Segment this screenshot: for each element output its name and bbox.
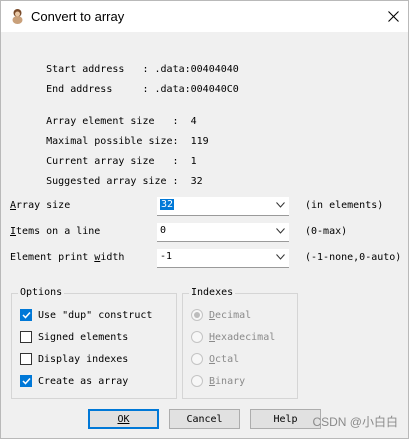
watermark: CSDN @小白白	[312, 415, 398, 429]
array-size-hint: (in elements)	[305, 200, 384, 211]
signed-elements-checkbox-box[interactable]	[20, 331, 32, 343]
octal-radio[interactable]: Octal	[191, 353, 239, 365]
items-on-line-hint: (0-max)	[305, 226, 348, 237]
help-button-label: Help	[273, 413, 298, 425]
array-size-combo[interactable]: 32	[157, 197, 289, 216]
array-size-value[interactable]: 32	[160, 199, 175, 210]
ok-button[interactable]: OK	[88, 409, 159, 429]
options-group-title: Options	[18, 287, 65, 298]
binary-radio-circle[interactable]	[191, 375, 203, 387]
suggested-array-size-value: 32	[178, 176, 203, 187]
create-as-array-checkbox[interactable]: Create as array	[20, 375, 128, 387]
window-title: Convert to array	[31, 9, 125, 24]
app-icon	[12, 9, 23, 24]
binary-label: Binary	[209, 375, 246, 387]
checkmark-icon	[21, 311, 31, 319]
convert-to-array-dialog: Convert to array Start address : .data:0…	[0, 0, 409, 439]
use-dup-checkbox[interactable]: Use "dup" construct	[20, 309, 152, 321]
chevron-down-icon[interactable]	[276, 228, 285, 234]
use-dup-label: Use "dup" construct	[38, 309, 153, 321]
cancel-button-label: Cancel	[186, 413, 223, 425]
hexadecimal-radio[interactable]: Hexadecimal	[191, 331, 275, 343]
checkmark-icon	[21, 377, 31, 385]
display-indexes-checkbox[interactable]: Display indexes	[20, 353, 128, 365]
items-on-line-label-post: tems on a line	[16, 226, 101, 237]
close-icon	[387, 11, 399, 22]
element-print-width-label-pre: Element print	[10, 252, 95, 263]
radio-dot	[194, 312, 200, 318]
create-as-array-checkbox-box[interactable]	[20, 375, 32, 387]
element-print-width-hint: (-1-none,0-auto)	[305, 252, 402, 263]
create-as-array-label: Create as array	[38, 375, 129, 387]
items-on-line-combo[interactable]: 0	[157, 223, 289, 242]
hexadecimal-radio-circle[interactable]	[191, 331, 203, 343]
items-on-line-value[interactable]: 0	[160, 225, 166, 236]
decimal-radio-circle[interactable]	[191, 309, 203, 321]
suggested-array-size-row: Suggested array size : 32	[10, 165, 203, 198]
indexes-group-title: Indexes	[189, 287, 236, 298]
cancel-button[interactable]: Cancel	[169, 409, 240, 429]
hexadecimal-label: Hexadecimal	[209, 331, 276, 343]
suggested-array-size-label: Suggested array size :	[46, 176, 179, 187]
ok-button-label: OK	[117, 413, 130, 425]
element-print-width-label-post: idth	[100, 252, 125, 263]
chevron-down-icon[interactable]	[276, 254, 285, 260]
close-button[interactable]	[378, 1, 408, 32]
element-print-width-value[interactable]: -1	[160, 251, 172, 262]
title-bar: Convert to array	[1, 1, 408, 32]
octal-label: Octal	[209, 353, 240, 365]
display-indexes-checkbox-box[interactable]	[20, 353, 32, 365]
octal-radio-circle[interactable]	[191, 353, 203, 365]
binary-radio[interactable]: Binary	[191, 375, 245, 387]
help-button[interactable]: Help	[250, 409, 321, 429]
signed-elements-checkbox[interactable]: Signed elements	[20, 331, 128, 343]
use-dup-checkbox-box[interactable]	[20, 309, 32, 321]
display-indexes-label: Display indexes	[38, 353, 129, 365]
array-size-label: Array size	[10, 200, 70, 211]
signed-elements-label: Signed elements	[38, 331, 129, 343]
element-print-width-combo[interactable]: -1	[157, 249, 289, 268]
decimal-radio[interactable]: Decimal	[191, 309, 251, 321]
end-address-label: End address :	[46, 84, 149, 95]
end-address-value: .data:004040C0	[148, 84, 239, 95]
end-address-row: End address : .data:004040C0	[10, 73, 239, 106]
chevron-down-icon[interactable]	[276, 202, 285, 208]
dialog-body: Start address : .data:00404040 End addre…	[1, 32, 408, 438]
array-size-label-post: rray size	[16, 200, 71, 211]
element-print-width-label: Element print width	[10, 252, 124, 263]
decimal-label: Decimal	[209, 309, 252, 321]
items-on-line-label: Items on a line	[10, 226, 100, 237]
